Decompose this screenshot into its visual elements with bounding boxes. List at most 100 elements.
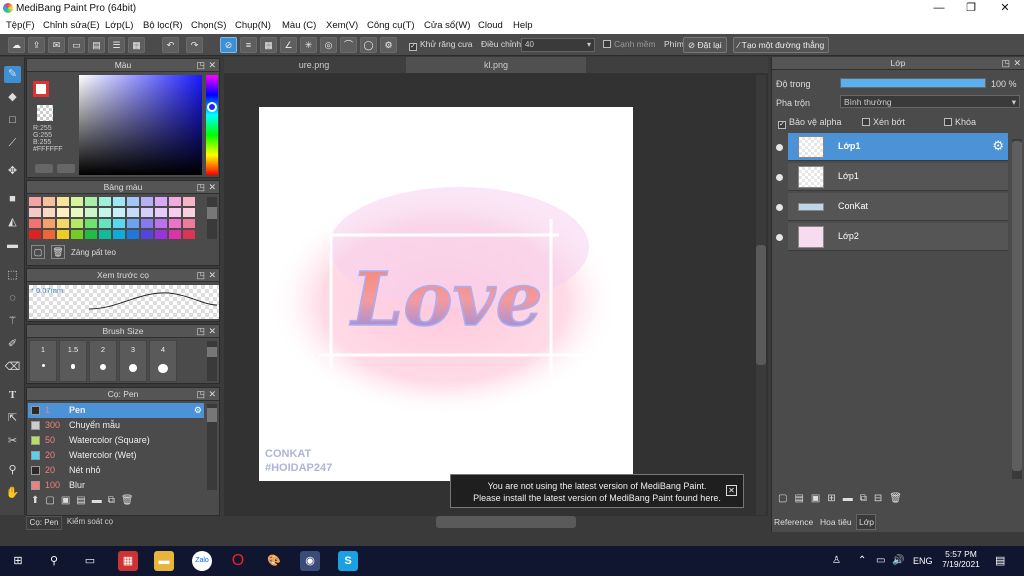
layer-scrollbar[interactable]	[1012, 139, 1022, 479]
palette-swatch[interactable]	[169, 230, 181, 239]
update-notification[interactable]: You are not using the latest version of …	[450, 474, 744, 508]
menu-file[interactable]: Tệp(F)	[6, 20, 35, 31]
palette-swatch[interactable]	[127, 230, 139, 239]
palette-swatch[interactable]	[127, 197, 139, 206]
tab-document-1[interactable]: ure.png	[224, 57, 404, 73]
undock-icon[interactable]: ◳	[196, 388, 205, 401]
palette-swatch[interactable]	[183, 197, 195, 206]
palette-swatch[interactable]	[57, 197, 69, 206]
palette-swatch[interactable]	[57, 230, 69, 239]
palette-swatch[interactable]	[141, 219, 153, 228]
layer-visibility-icon[interactable]	[776, 144, 783, 151]
palette-swatch[interactable]	[155, 197, 167, 206]
brush-size-option[interactable]: 3	[119, 340, 147, 382]
soft-edge-checkbox[interactable]: Cạnh mềm	[603, 39, 656, 49]
palette-swatch[interactable]	[127, 219, 139, 228]
palette-swatch[interactable]	[183, 208, 195, 217]
brush-size-option[interactable]: 1.5	[59, 340, 87, 382]
fill-rect-icon[interactable]: ■	[4, 191, 21, 208]
menu-color[interactable]: Màu (C)	[282, 20, 316, 31]
notification-close-button[interactable]: ✕	[726, 485, 737, 496]
close-button[interactable]: ✕	[988, 0, 1022, 17]
volume-icon[interactable]: 🔊	[892, 555, 904, 566]
chevron-up-icon[interactable]: ⌃	[858, 555, 866, 566]
cloud-icon[interactable]: ☁	[8, 37, 25, 53]
duplicate-icon[interactable]: ⧉	[108, 495, 121, 506]
layer-visibility-icon[interactable]	[776, 174, 783, 181]
new-brush-icon[interactable]: ▢	[45, 495, 60, 506]
new-halftone-layer-icon[interactable]: ▤	[794, 493, 810, 504]
brush-list-item[interactable]: 300 Chuyển mẫu	[28, 418, 204, 433]
opera-icon[interactable]: O	[228, 551, 248, 571]
palette-swatch[interactable]	[71, 219, 83, 228]
tab-layer[interactable]: Lớp	[856, 514, 876, 530]
horizontal-scrollbar[interactable]	[228, 516, 754, 528]
zalo-icon[interactable]: Zalo	[192, 551, 212, 571]
opacity-slider[interactable]	[840, 78, 986, 88]
straight-line-button[interactable]: ⁄ Tạo một đường thẳng	[733, 37, 830, 53]
palette-swatch[interactable]	[113, 197, 125, 206]
scrollbar-thumb[interactable]	[756, 245, 766, 365]
palette-swatch[interactable]	[113, 230, 125, 239]
layer-settings-gear-icon[interactable]: ⚙	[992, 138, 1004, 154]
layer-row[interactable]: Lớp2	[788, 223, 1008, 251]
brush-size-scrollbar[interactable]	[207, 341, 217, 381]
menu-help[interactable]: Help	[513, 20, 533, 31]
gradient-tool-icon[interactable]: ▬	[4, 237, 21, 254]
color-picker-button[interactable]	[57, 164, 75, 173]
delete-palette-icon[interactable]: 🗑	[51, 245, 65, 259]
lasso-tool-icon[interactable]: ◌	[4, 290, 21, 307]
brush-list-scrollbar[interactable]	[207, 404, 217, 490]
delete-layer-icon[interactable]: 🗑	[889, 493, 909, 504]
vertical-scrollbar[interactable]	[756, 75, 766, 515]
comment-icon[interactable]: ✉	[48, 37, 65, 53]
search-icon[interactable]: ⚲	[44, 551, 64, 571]
task-view-icon[interactable]: ▭	[80, 551, 100, 571]
palette-swatch[interactable]	[99, 230, 111, 239]
brush-settings-gear-icon[interactable]: ⚙	[194, 403, 202, 418]
tab-navigator[interactable]: Hoa tiêu	[820, 517, 852, 527]
menu-capture[interactable]: Chụp(N)	[235, 20, 271, 31]
tab-reference[interactable]: Reference	[774, 517, 813, 527]
layer-folder-icon[interactable]: ▬	[843, 493, 860, 504]
save-icon[interactable]: ▭	[68, 37, 85, 53]
undock-icon[interactable]: ◳	[196, 325, 205, 338]
app-grid-icon[interactable]: ▦	[118, 551, 138, 571]
settings-icon[interactable]: ⚙	[380, 37, 397, 53]
palette-scrollbar[interactable]	[207, 197, 217, 239]
antialias-checkbox[interactable]: ✓ Khử răng cưa	[409, 39, 473, 51]
select-rect-icon[interactable]: ⬚	[4, 267, 21, 284]
network-icon[interactable]: ▭	[876, 555, 885, 566]
palette-swatch[interactable]	[85, 230, 97, 239]
palette-swatch[interactable]	[29, 230, 41, 239]
blend-dropdown[interactable]: Bình thường ▾	[840, 95, 1020, 108]
menu-tools[interactable]: Công cụ(T)	[367, 20, 415, 31]
snap-ellipse-icon[interactable]: ◯	[360, 37, 377, 53]
snap-circle-icon[interactable]: ◎	[320, 37, 337, 53]
folder-icon[interactable]: ▬	[92, 495, 108, 506]
new-palette-icon[interactable]: ▢	[31, 245, 45, 259]
palette-swatch[interactable]	[141, 197, 153, 206]
undock-icon[interactable]: ◳	[1001, 57, 1010, 70]
windows-start-icon[interactable]: ⊞	[8, 551, 28, 571]
menu-cloud[interactable]: Cloud	[478, 20, 503, 31]
menu-filter[interactable]: Bộ lọc(R)	[143, 20, 183, 31]
menu-window[interactable]: Cửa sổ(W)	[424, 20, 470, 31]
palette-swatch[interactable]	[113, 219, 125, 228]
undo-icon[interactable]: ↶	[162, 37, 179, 53]
palette-swatch[interactable]	[43, 197, 55, 206]
palette-swatch[interactable]	[43, 230, 55, 239]
brush-size-option[interactable]: 1	[29, 340, 57, 382]
skype-icon[interactable]: S	[338, 551, 358, 571]
add-layer-menu-icon[interactable]: ⊞	[827, 493, 842, 504]
tab-document-2[interactable]: kl.png	[406, 57, 586, 73]
text-tool-icon[interactable]: T	[4, 387, 21, 404]
people-icon[interactable]: ♙	[832, 555, 841, 566]
clipping-checkbox[interactable]: Xén bớt	[862, 117, 905, 127]
panel-close-icon[interactable]: ✕	[208, 181, 216, 194]
new-layer-icon[interactable]: ▢	[778, 493, 794, 504]
palette-swatch[interactable]	[169, 219, 181, 228]
palette-swatch[interactable]	[29, 219, 41, 228]
minimize-button[interactable]: —	[922, 0, 956, 17]
redo-icon[interactable]: ↷	[186, 37, 203, 53]
